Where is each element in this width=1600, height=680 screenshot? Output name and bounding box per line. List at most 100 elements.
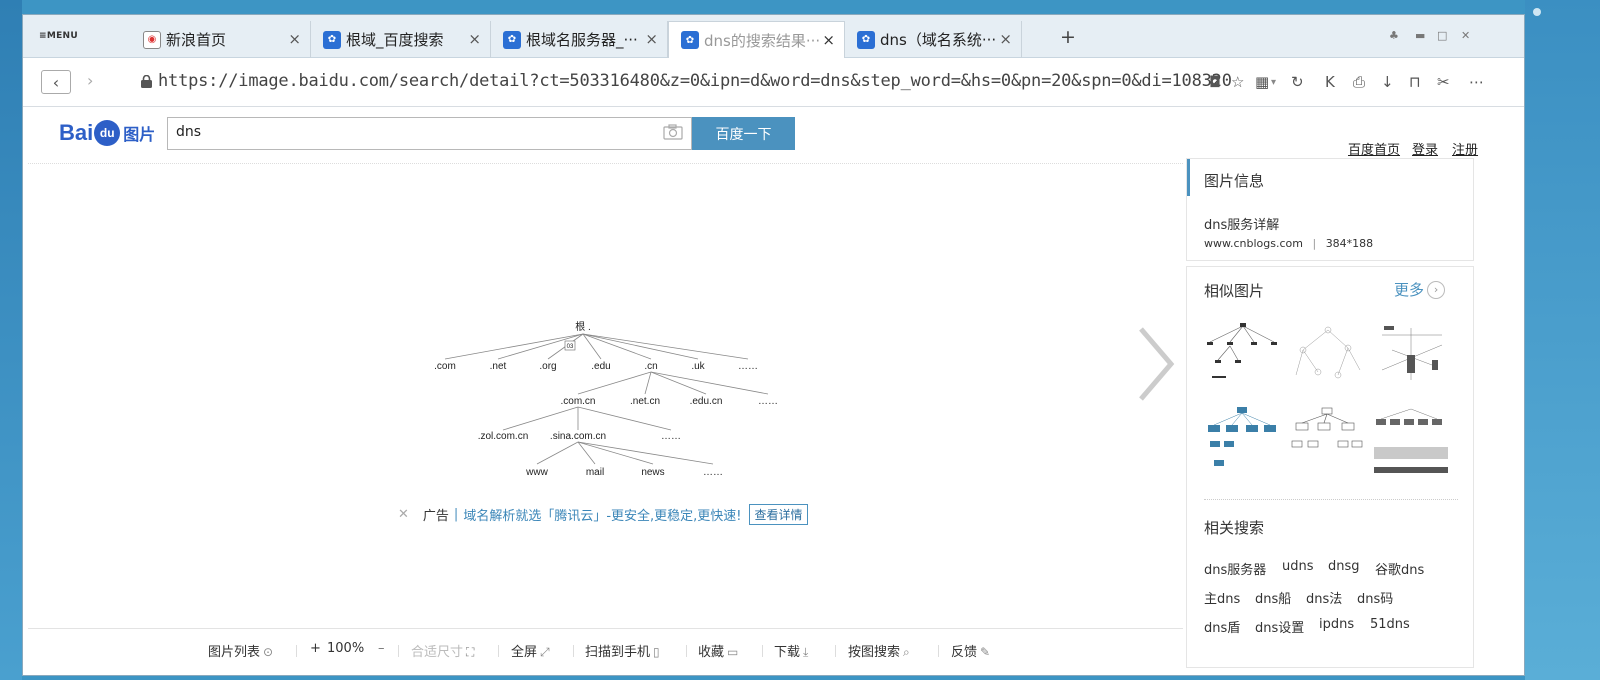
similar-image-thumb[interactable] [1288, 320, 1366, 394]
download-button[interactable]: 下载 ⤓ [774, 641, 808, 660]
zoom-in-button[interactable]: + [310, 641, 321, 656]
related-search-item[interactable]: dns服务器 [1204, 559, 1266, 578]
related-search-item[interactable]: ipdns [1319, 617, 1354, 632]
related-search-item[interactable]: dns设置 [1255, 617, 1304, 636]
more-link[interactable]: 更多 › [1394, 279, 1446, 300]
tab-dns-domain-system[interactable]: ✿ dns（域名系统··· × [845, 21, 1022, 58]
image-list-button[interactable]: 图片列表 ⊙ [208, 641, 273, 660]
desktop-left-edge [0, 0, 22, 680]
logo-pic-text: 图片 [123, 127, 156, 144]
search-button[interactable]: 百度一下 [692, 117, 795, 150]
close-icon[interactable]: × [645, 30, 658, 48]
ad-close-icon[interactable]: ✕ [398, 507, 409, 522]
related-search-item[interactable]: udns [1282, 559, 1314, 574]
next-image-arrow-icon[interactable] [1133, 324, 1178, 404]
favorite-button[interactable]: 收藏 ▭ [698, 641, 738, 660]
zoom-level: 100% [327, 641, 365, 656]
image-viewer: 03 根 . .com .net .org .edu .cn .uk …… .c… [28, 163, 1183, 628]
download-arrow-icon[interactable]: ↓ [1381, 73, 1394, 91]
chevron-up-circle-icon: ⊙ [263, 645, 274, 659]
diagram-node: .cn [644, 361, 657, 372]
star-icon[interactable]: ☆ [1231, 73, 1244, 91]
feedback-button[interactable]: 反馈 ✎ [951, 641, 990, 660]
zoom-out-button[interactable]: – [378, 641, 385, 656]
toolbar-divider [762, 645, 763, 657]
print-icon[interactable]: ⎙ [1353, 73, 1365, 91]
baidu-home-link[interactable]: 百度首页 [1348, 139, 1400, 158]
tab-label: 根域_百度搜索 [346, 31, 444, 49]
ad-label: 广告 [422, 509, 449, 524]
tab-root-name-server[interactable]: ✿ 根域名服务器_··· × [491, 21, 668, 58]
feedback-icon: ✎ [980, 645, 991, 659]
login-link[interactable]: 登录 [1412, 139, 1438, 158]
image-source-link[interactable]: www.cnblogs.com [1204, 237, 1303, 250]
tab-root-domain-search[interactable]: ✿ 根域_百度搜索 × [311, 21, 491, 58]
skin-icon[interactable]: ♣ [1389, 29, 1399, 42]
ad-details-button[interactable]: 查看详情 [749, 504, 808, 525]
desktop-indicator-icon [1533, 8, 1541, 16]
related-search-item[interactable]: 51dns [1370, 617, 1410, 632]
related-search-item[interactable]: dns盾 [1204, 617, 1240, 636]
similar-image-thumb[interactable] [1204, 405, 1282, 479]
diagram-node: .edu [591, 361, 610, 372]
ad-separator: | [453, 507, 459, 522]
extension-k-icon[interactable]: K [1325, 73, 1335, 91]
related-search-item[interactable]: dnsg [1328, 559, 1360, 574]
diagram-node: www [525, 467, 548, 478]
diagram-node: .uk [691, 361, 705, 372]
similar-image-thumb[interactable] [1288, 405, 1366, 479]
register-link[interactable]: 注册 [1452, 139, 1478, 158]
related-search-item[interactable]: dns码 [1357, 588, 1393, 607]
lock-icon [141, 75, 152, 88]
fullscreen-button[interactable]: 全屏 ⤢ [511, 641, 550, 660]
diagram-node: .net [490, 361, 507, 372]
more-label: 更多 [1394, 281, 1425, 299]
chevron-down-icon[interactable]: ▾ [1271, 77, 1276, 88]
qr-code-icon[interactable]: ▦ [1255, 73, 1269, 91]
browser-menu-button[interactable]: ≡MENU [39, 31, 78, 41]
camera-icon[interactable] [663, 124, 683, 140]
phone-icon: ▯ [653, 645, 660, 659]
forward-button[interactable]: › [87, 71, 93, 90]
maximize-icon[interactable]: □ [1437, 29, 1447, 42]
download-icon: ⤓ [803, 645, 809, 659]
similar-image-thumb[interactable] [1372, 405, 1450, 479]
diagram-node: .net.cn [630, 396, 660, 407]
more-icon[interactable]: ⋯ [1469, 73, 1484, 91]
chevron-right-icon: › [87, 71, 94, 90]
panel-divider [1204, 499, 1458, 500]
window-close-icon[interactable]: ✕ [1461, 29, 1470, 42]
back-button[interactable]: ‹ [41, 70, 71, 94]
reader-icon[interactable]: ◘ [1209, 73, 1221, 91]
close-icon[interactable]: × [468, 30, 481, 48]
similar-image-thumb[interactable] [1204, 320, 1282, 394]
baidu-paw-icon: ✿ [857, 30, 875, 49]
diagram-node: .edu.cn [690, 396, 723, 407]
tab-dns-results[interactable]: ✿ dns的搜索结果··· × [668, 21, 845, 58]
close-icon[interactable]: × [288, 30, 301, 48]
close-icon[interactable]: × [999, 30, 1012, 48]
similar-image-thumb[interactable] [1372, 320, 1450, 394]
scan-to-phone-button[interactable]: 扫描到手机 ▯ [585, 641, 660, 660]
diagram-node: .sina.com.cn [550, 431, 606, 442]
baidu-paw-icon: ✿ [323, 30, 341, 49]
related-search-item[interactable]: 谷歌dns [1375, 559, 1424, 578]
search-input[interactable]: dns [167, 117, 692, 150]
tab-sina[interactable]: ◉ 新浪首页 × [131, 21, 311, 58]
fit-size-button[interactable]: 合适尺寸 ⛶ [411, 641, 474, 660]
search-by-image-button[interactable]: 按图搜索 ⌕ [848, 641, 910, 660]
minimize-icon[interactable]: ▬ [1415, 29, 1425, 42]
bookmark-icon[interactable]: ⊓ [1409, 73, 1421, 91]
right-sidebar: 图片信息 dns服务详解 www.cnblogs.com | 384*188 相… [1186, 158, 1474, 668]
image-search-icon: ⌕ [903, 645, 910, 659]
baidu-image-logo[interactable]: Bai du 图片 [59, 120, 155, 146]
related-search-item[interactable]: 主dns [1204, 588, 1240, 607]
ad-link[interactable]: 域名解析就选「腾讯云」-更安全,更稳定,更快速! [463, 505, 741, 524]
new-tab-button[interactable]: + [1060, 26, 1076, 48]
scissors-icon[interactable]: ✂ [1437, 73, 1450, 91]
refresh-icon[interactable]: ↻ [1291, 73, 1304, 91]
related-search-item[interactable]: dns船 [1255, 588, 1291, 607]
url-input[interactable]: https://image.baidu.com/search/detail?ct… [158, 71, 1232, 91]
close-icon[interactable]: × [822, 31, 835, 49]
related-search-item[interactable]: dns法 [1306, 588, 1342, 607]
